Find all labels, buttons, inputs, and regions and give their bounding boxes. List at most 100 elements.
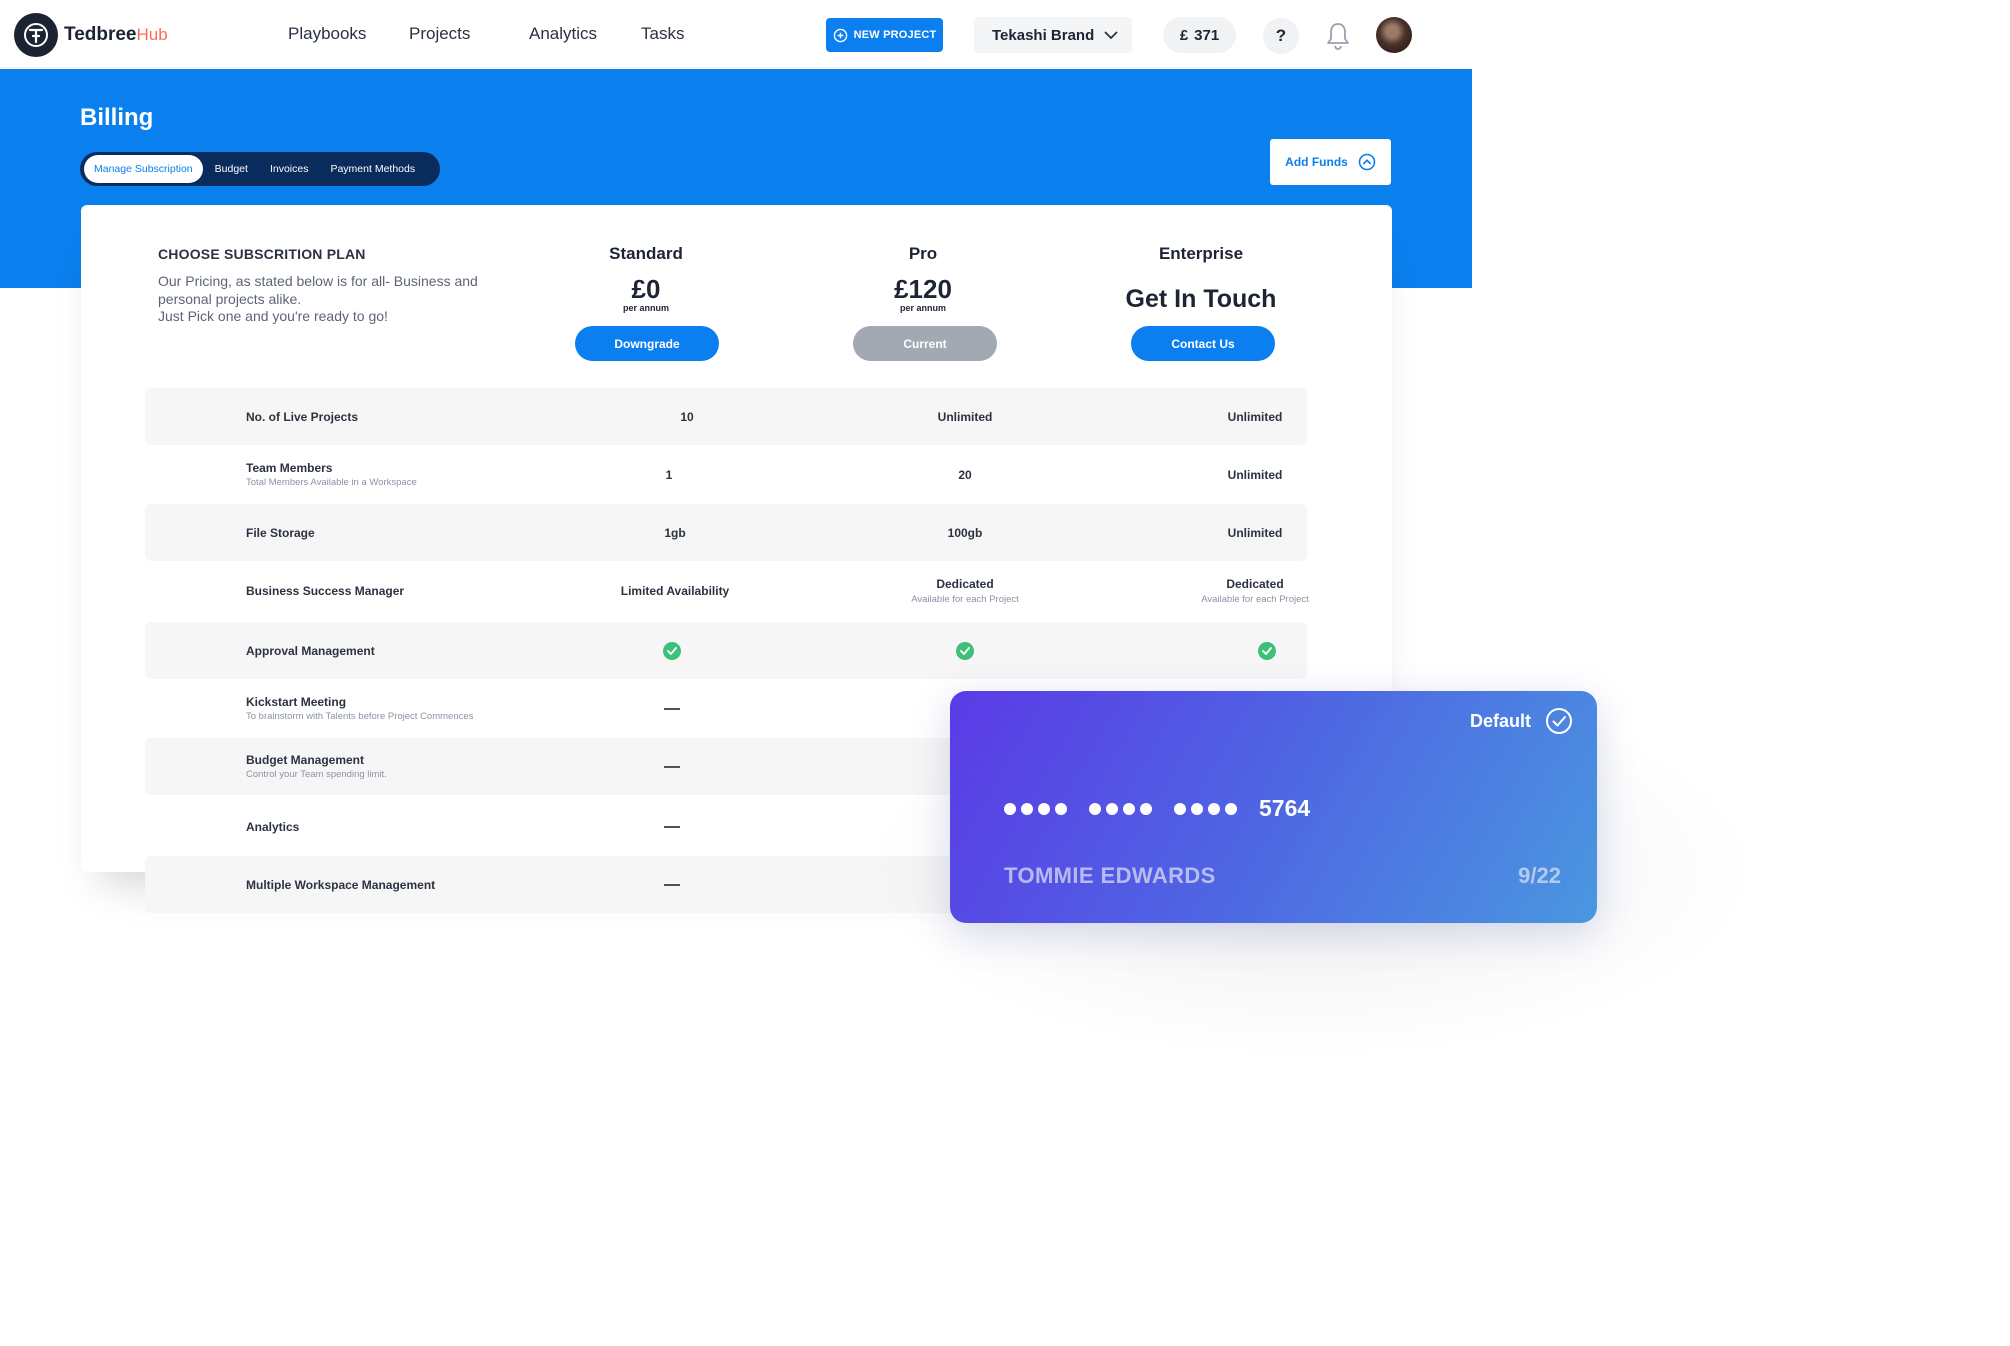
add-funds-label: Add Funds	[1285, 155, 1348, 169]
brand-selector-value: Tekashi Brand	[992, 26, 1095, 44]
new-project-label: NEW PROJECT	[853, 29, 937, 41]
nav-projects[interactable]: Projects	[409, 24, 470, 44]
plan-enterprise: Enterprise Get In Touch	[1101, 244, 1301, 314]
feature-name: Analytics	[246, 819, 300, 834]
contact-us-button[interactable]: Contact Us	[1131, 326, 1275, 361]
plan-period: per annum	[622, 303, 669, 313]
tab-budget[interactable]: Budget	[205, 155, 258, 183]
chevron-up-circle-icon	[1358, 153, 1376, 171]
feature-label: Business Success Manager	[246, 562, 404, 619]
feature-label: File Storage	[246, 504, 315, 561]
masked-digits	[1174, 802, 1237, 815]
standard-value	[552, 622, 792, 679]
logo-suffix: Hub	[136, 25, 168, 44]
tab-invoices[interactable]: Invoices	[260, 155, 319, 183]
plan-period: per annum	[899, 303, 946, 313]
plans-heading: CHOOSE SUBSCRITION PLAN	[158, 246, 366, 262]
feature-name: Approval Management	[246, 643, 375, 658]
page-title: Billing	[80, 104, 154, 131]
brand-selector[interactable]: Tekashi Brand	[974, 17, 1132, 53]
enterprise-value	[1147, 622, 1387, 679]
balance-badge[interactable]: £ 371	[1163, 17, 1236, 53]
cell-value: 100gb	[947, 525, 983, 540]
feature-name: Budget Management	[246, 753, 365, 767]
current-plan-button[interactable]: Current	[853, 326, 997, 361]
downgrade-button[interactable]: Downgrade	[575, 326, 719, 361]
currency-symbol: £	[1179, 26, 1189, 44]
help-icon: ?	[1275, 26, 1287, 45]
feature-row: File Storage 1gb 100gb Unlimited	[145, 504, 1307, 561]
dash-icon	[664, 707, 680, 710]
cell-value: Unlimited	[1227, 409, 1283, 424]
masked-digits	[1089, 802, 1152, 815]
logo-wordmark: Tedbree	[64, 24, 137, 45]
logo[interactable]: Tedbree Hub	[14, 13, 168, 57]
standard-value	[552, 738, 792, 795]
pro-value: 100gb	[845, 504, 1085, 561]
feature-name: Multiple Workspace Management	[246, 877, 436, 892]
enterprise-value: Unlimited	[1135, 446, 1375, 503]
nav-tasks[interactable]: Tasks	[641, 24, 684, 44]
help-button[interactable]: ?	[1263, 18, 1299, 54]
nav-analytics[interactable]: Analytics	[529, 24, 597, 44]
plan-price: £120	[894, 274, 952, 304]
plans-description-line: Our Pricing, as stated below is for all-…	[158, 273, 478, 289]
pro-value	[845, 622, 1085, 679]
check-icon	[956, 641, 974, 660]
cell-value: Limited Availability	[620, 583, 730, 598]
plan-headline: Get In Touch	[1125, 285, 1277, 313]
tab-payment-methods[interactable]: Payment Methods	[320, 155, 425, 183]
cell-value: 20	[958, 467, 972, 482]
new-project-button[interactable]: NEW PROJECT	[826, 18, 943, 52]
default-badge[interactable]: Default	[1470, 707, 1573, 735]
standard-value: 10	[567, 388, 807, 445]
feature-row: Business Success Manager Limited Availab…	[145, 562, 1309, 619]
cell-value: Unlimited	[1227, 467, 1283, 482]
plan-price: £0	[631, 274, 661, 304]
add-funds-button[interactable]: Add Funds	[1270, 139, 1391, 185]
feature-label: Approval Management	[246, 622, 375, 679]
logo-icon	[14, 13, 58, 57]
feature-subtitle: To brainstorm with Talents before Projec…	[246, 711, 474, 722]
feature-label: Kickstart Meeting To brainstorm with Tal…	[246, 680, 473, 737]
standard-value: 1gb	[555, 504, 795, 561]
enterprise-value: Dedicated Available for each Project	[1135, 562, 1375, 619]
cell-value: Unlimited	[1227, 525, 1283, 540]
feature-name: File Storage	[246, 525, 315, 540]
plans-description-line: personal projects alike.	[158, 290, 302, 307]
standard-value: Limited Availability	[555, 562, 795, 619]
feature-label: Multiple Workspace Management	[246, 856, 435, 913]
dash-icon	[664, 765, 680, 768]
nav-playbooks[interactable]: Playbooks	[288, 24, 366, 44]
feature-label: Budget Management Control your Team spen…	[246, 738, 387, 795]
payment-card[interactable]: Default 5764 TOMMIE EDWARDS 9/22	[950, 691, 1597, 923]
plan-name: Pro	[908, 244, 938, 263]
feature-row: Approval Management	[145, 622, 1307, 679]
plan-standard: Standard £0 per annum	[546, 244, 746, 313]
feature-name: Kickstart Meeting	[246, 695, 347, 709]
check-circle-icon	[1546, 708, 1572, 734]
standard-value: 1	[549, 446, 789, 503]
user-avatar[interactable]	[1376, 17, 1412, 53]
bell-icon[interactable]	[1323, 20, 1353, 52]
card-last4: 5764	[1259, 795, 1311, 821]
feature-subtitle: Control your Team spending limit.	[246, 769, 387, 780]
plus-circle-icon	[833, 28, 847, 42]
enterprise-value: Unlimited	[1135, 504, 1375, 561]
cell-value: Dedicated	[936, 576, 994, 591]
dash-icon	[664, 825, 680, 828]
pro-value: Dedicated Available for each Project	[845, 562, 1085, 619]
top-navbar: Tedbree Hub Playbooks Projects Analytics …	[0, 0, 1440, 68]
feature-label: Analytics	[246, 798, 299, 855]
cell-value: 1gb	[664, 525, 686, 540]
feature-row: No. of Live Projects 10 Unlimited Unlimi…	[145, 388, 1307, 445]
dash-icon	[664, 883, 680, 886]
plan-pro: Pro £120 per annum	[823, 244, 1023, 313]
plans-description-line: Just Pick one and you're ready to go!	[158, 308, 388, 324]
cell-value: Unlimited	[937, 409, 993, 424]
cell-value: Dedicated	[1226, 576, 1284, 591]
enterprise-value: Unlimited	[1135, 388, 1375, 445]
pro-value: 20	[845, 446, 1085, 503]
tab-manage-subscription[interactable]: Manage Subscription	[84, 155, 203, 183]
standard-value	[552, 680, 792, 737]
